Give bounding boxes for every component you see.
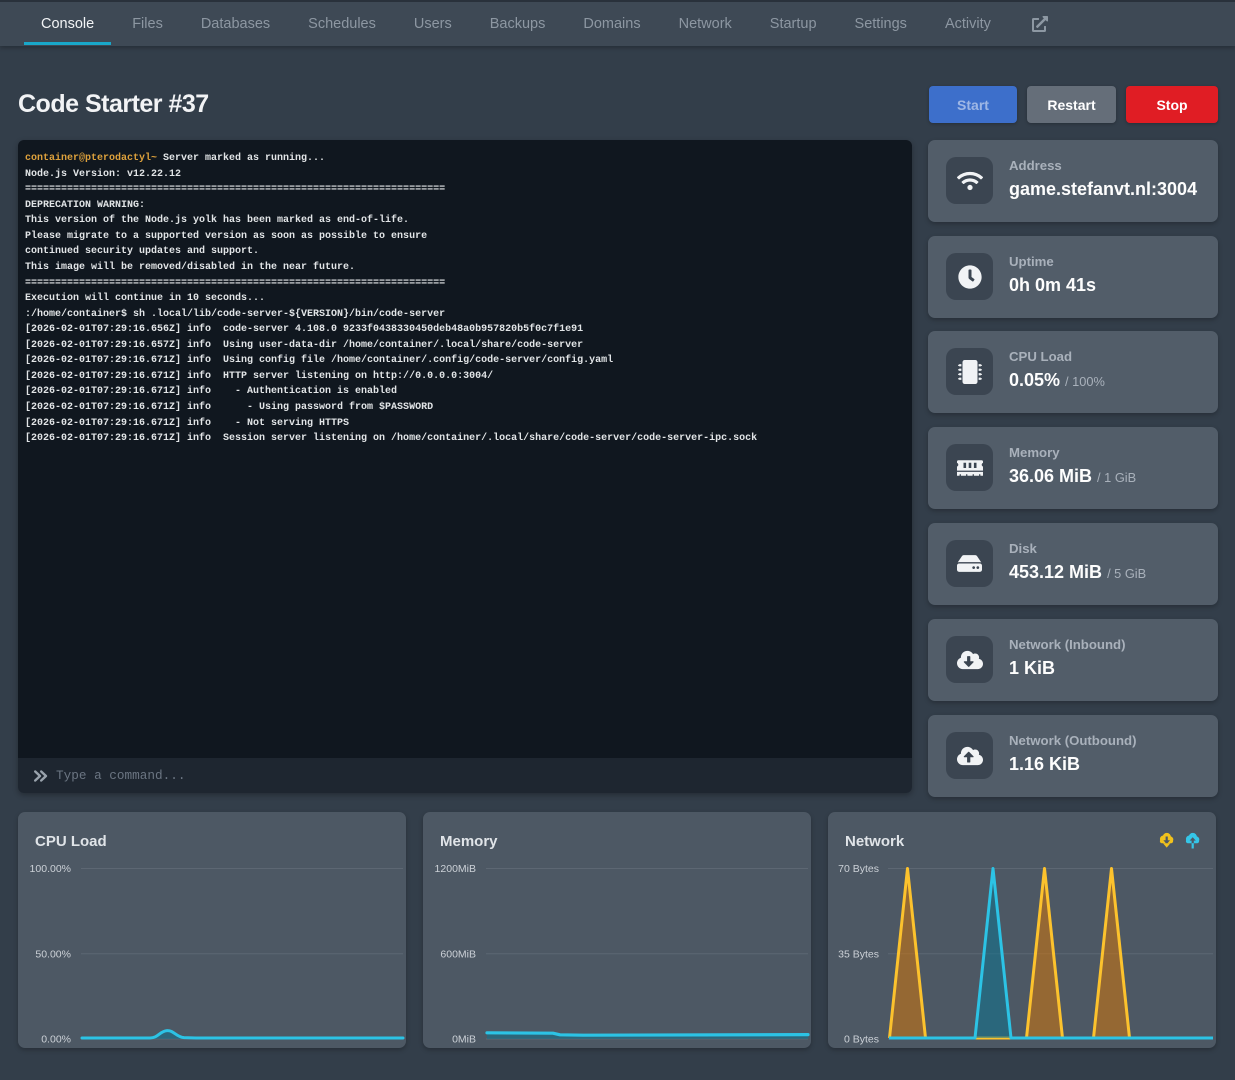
svg-text:50.00%: 50.00% <box>35 948 71 960</box>
svg-text:600MiB: 600MiB <box>440 948 476 960</box>
svg-text:0.00%: 0.00% <box>41 1034 71 1046</box>
svg-text:100.00%: 100.00% <box>30 863 71 875</box>
svg-text:70 Bytes: 70 Bytes <box>838 863 879 875</box>
svg-text:0 Bytes: 0 Bytes <box>844 1034 879 1046</box>
svg-text:0MiB: 0MiB <box>452 1034 476 1046</box>
svg-text:1200MiB: 1200MiB <box>435 863 476 875</box>
svg-text:35 Bytes: 35 Bytes <box>838 948 879 960</box>
